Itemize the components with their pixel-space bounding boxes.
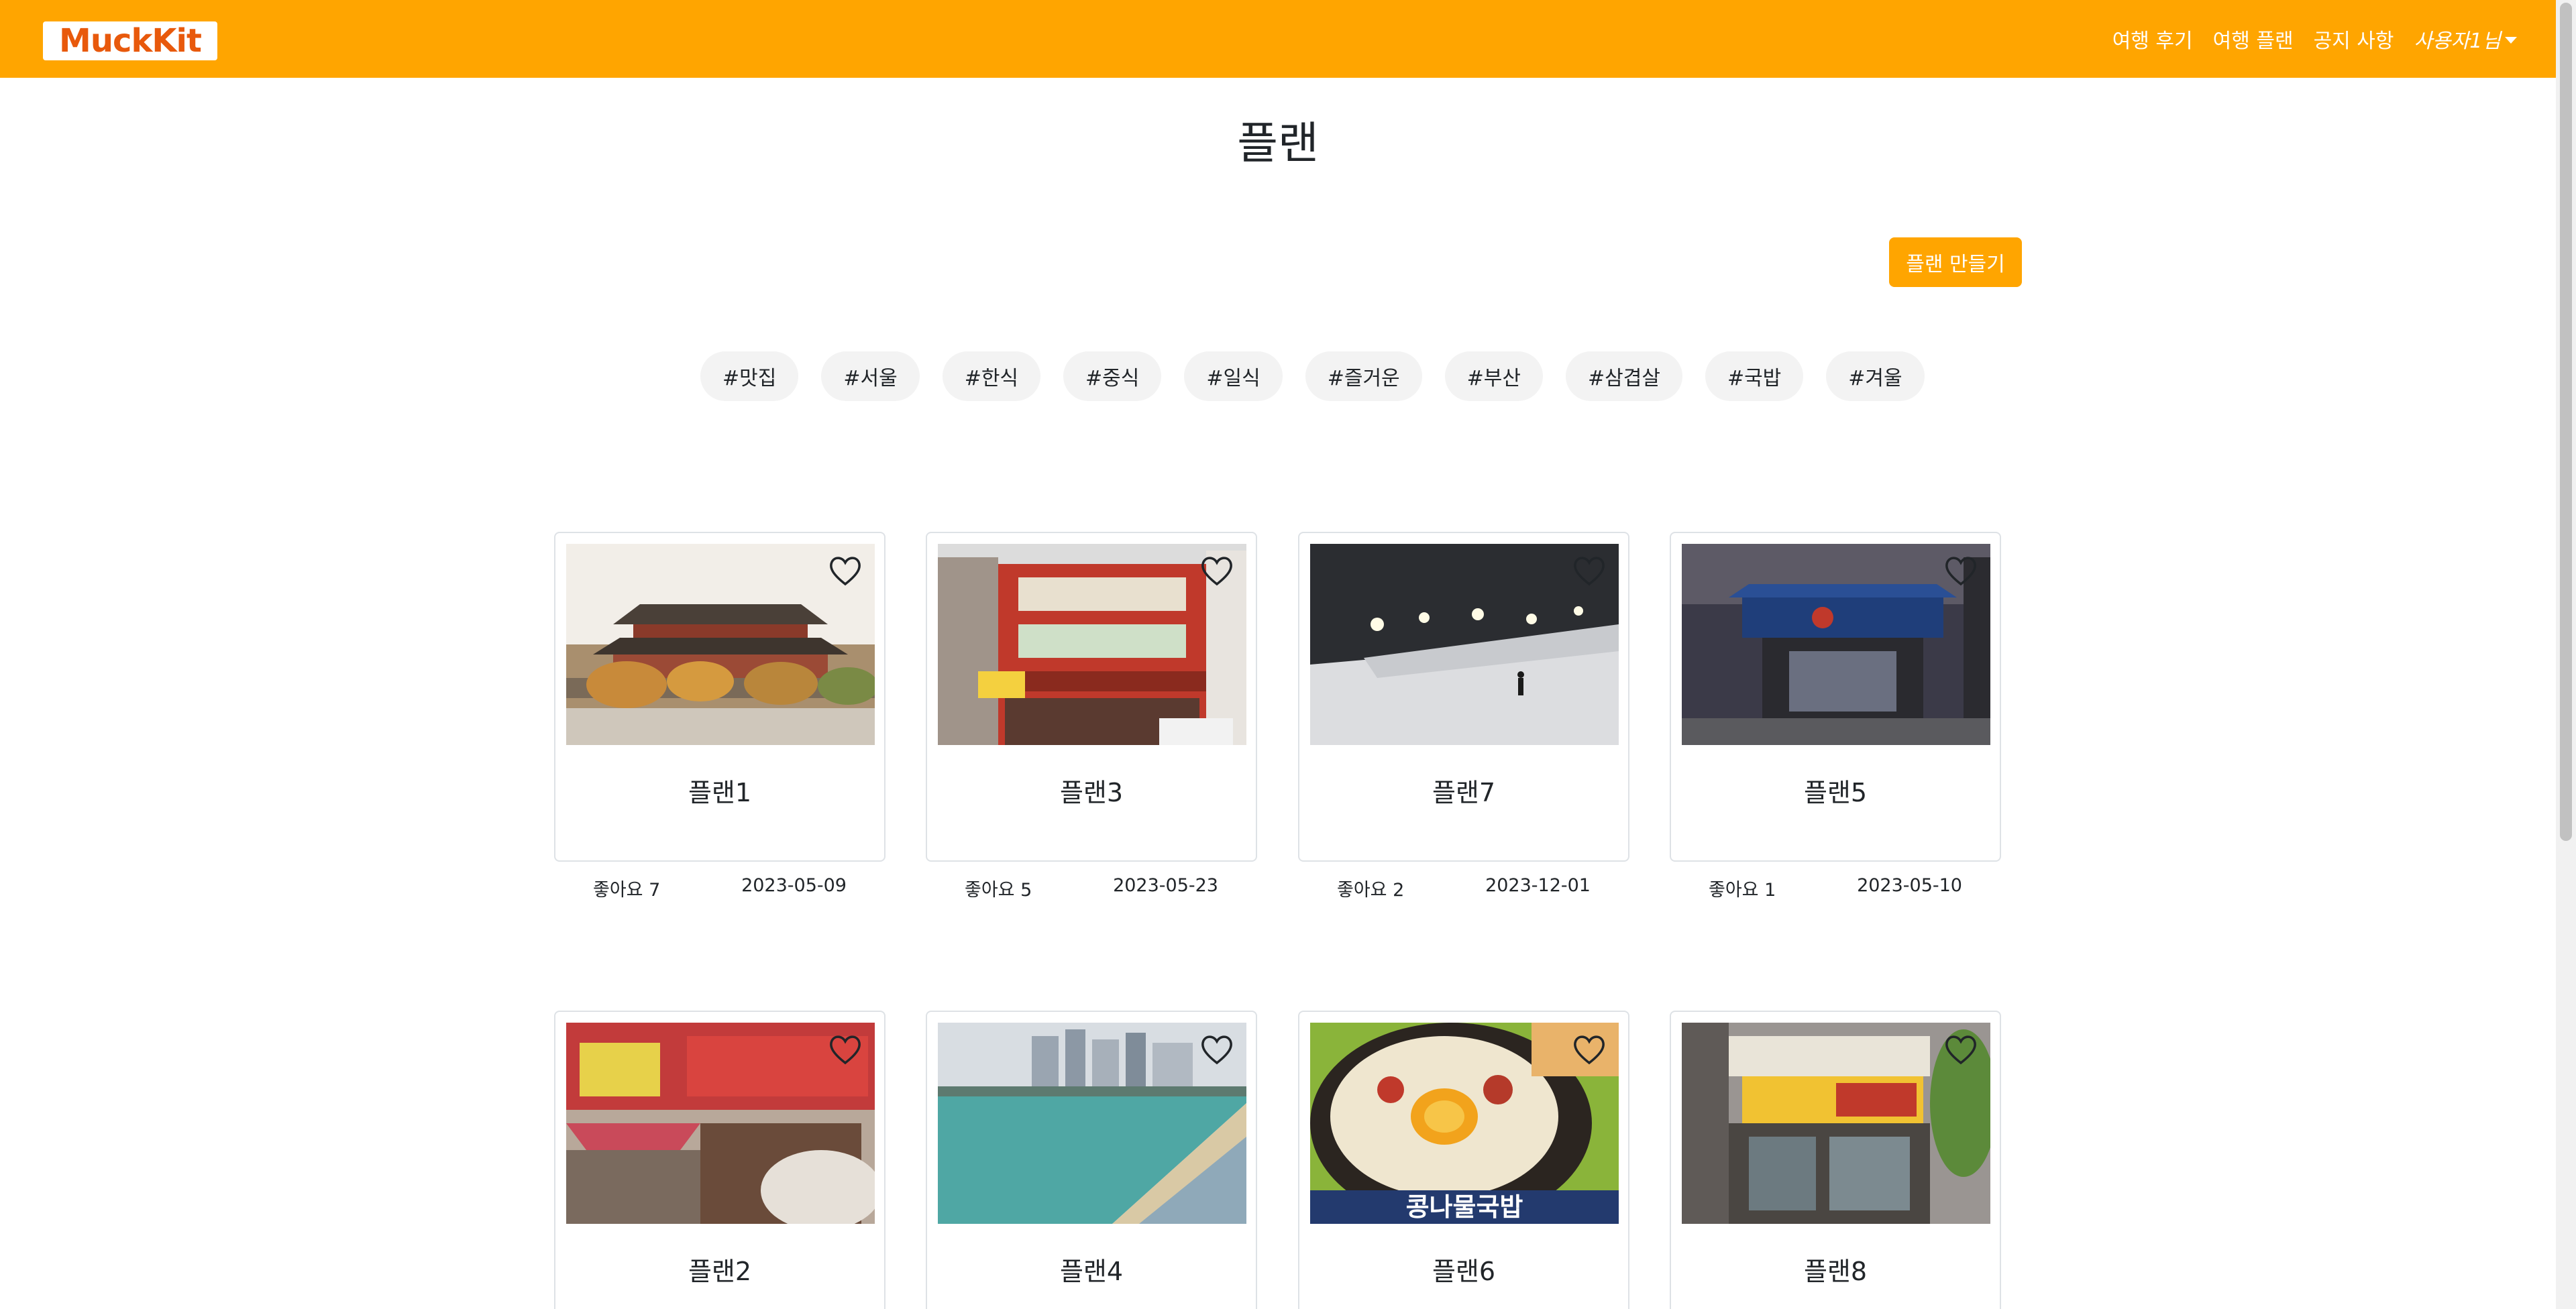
plan-card-image: 콩나물국밥 xyxy=(1310,1023,1619,1224)
user-menu-dropdown[interactable]: 사용자1님 xyxy=(2414,24,2517,54)
user-name: 사용자1님 xyxy=(2414,30,2502,53)
caret-down-icon xyxy=(2505,37,2517,44)
plan-card[interactable]: 플랜7 좋아요 2 2023-12-01 xyxy=(1298,532,1629,901)
plan-card-date: 2023-05-09 xyxy=(741,875,847,896)
nav-link-reviews[interactable]: 여행 후기 xyxy=(2112,24,2193,54)
plan-card-title: 플랜6 xyxy=(1432,1257,1496,1286)
plan-card-title: 플랜1 xyxy=(688,778,752,807)
plan-card-title: 플랜5 xyxy=(1803,778,1868,807)
plan-card[interactable]: 플랜8 xyxy=(1670,1011,2001,1309)
plan-card[interactable]: 플랜2 xyxy=(554,1011,885,1309)
plan-card[interactable]: 플랜4 xyxy=(926,1011,1257,1309)
image-caption-text: 콩나물국밥 xyxy=(1406,1192,1523,1222)
heart-icon[interactable] xyxy=(828,555,863,587)
page-title: 플랜 xyxy=(1237,117,1319,169)
tag-chip[interactable]: #서울 xyxy=(821,351,920,401)
plan-card[interactable]: 플랜1 좋아요 7 2023-05-09 xyxy=(554,532,885,901)
heart-icon[interactable] xyxy=(1943,555,1978,587)
plan-card-image xyxy=(938,544,1246,745)
plan-card-image xyxy=(1682,1023,1990,1224)
plan-card-image xyxy=(1310,544,1619,745)
plan-card-title: 플랜4 xyxy=(1059,1257,1124,1286)
heart-icon[interactable] xyxy=(828,1033,863,1066)
heart-icon[interactable] xyxy=(1572,555,1607,587)
plan-card-likes: 좋아요 5 xyxy=(965,880,1032,901)
brand-logo[interactable]: MuckKit xyxy=(43,21,217,60)
navbar: MuckKit 여행 후기 여행 플랜 공지 사항 사용자1님 xyxy=(0,0,2556,78)
plan-card-likes: 좋아요 1 xyxy=(1709,880,1776,901)
plan-card-image xyxy=(566,1023,875,1224)
plan-card-date: 2023-05-10 xyxy=(1857,875,1962,896)
plan-card[interactable]: 플랜3 좋아요 5 2023-05-23 xyxy=(926,532,1257,901)
heart-icon[interactable] xyxy=(1572,1033,1607,1066)
plan-card-title: 플랜3 xyxy=(1059,778,1124,807)
create-plan-button[interactable]: 플랜 만들기 xyxy=(1889,237,2022,287)
plan-card-image xyxy=(938,1023,1246,1224)
tag-chip[interactable]: #즐거운 xyxy=(1305,351,1422,401)
heart-icon[interactable] xyxy=(1943,1033,1978,1066)
plan-card-image xyxy=(1682,544,1990,745)
tag-chip[interactable]: #부산 xyxy=(1444,351,1543,401)
scrollbar-thumb[interactable] xyxy=(2560,3,2572,841)
page-scrollbar[interactable] xyxy=(2556,0,2576,1309)
plan-card-image xyxy=(566,544,875,745)
tag-chip[interactable]: #중식 xyxy=(1063,351,1162,401)
nav-links: 여행 후기 여행 플랜 공지 사항 사용자1님 xyxy=(2112,0,2517,78)
tag-chip[interactable]: #삼겹살 xyxy=(1566,351,1682,401)
plan-card[interactable]: 플랜5 좋아요 1 2023-05-10 xyxy=(1670,532,2001,901)
plan-card[interactable]: 콩나물국밥 플랜6 xyxy=(1298,1011,1629,1309)
plan-card-date: 2023-05-23 xyxy=(1113,875,1218,896)
heart-icon[interactable] xyxy=(1199,1033,1234,1066)
nav-link-plans[interactable]: 여행 플랜 xyxy=(2213,24,2294,54)
tag-chip[interactable]: #국밥 xyxy=(1705,351,1804,401)
heart-icon[interactable] xyxy=(1199,555,1234,587)
tag-chip[interactable]: #한식 xyxy=(942,351,1041,401)
nav-link-notices[interactable]: 공지 사항 xyxy=(2314,24,2394,54)
plan-card-date: 2023-12-01 xyxy=(1485,875,1591,896)
plan-card-title: 플랜7 xyxy=(1432,778,1496,807)
plan-card-title: 플랜8 xyxy=(1803,1257,1868,1286)
tag-chip[interactable]: #일식 xyxy=(1184,351,1283,401)
plan-card-likes: 좋아요 2 xyxy=(1337,880,1405,901)
plan-card-likes: 좋아요 7 xyxy=(593,880,661,901)
tag-chip[interactable]: #맛집 xyxy=(700,351,799,401)
plan-card-title: 플랜2 xyxy=(688,1257,752,1286)
tag-filter-list: #맛집 #서울 #한식 #중식 #일식 #즐거운 #부산 #삼겹살 #국밥 #겨… xyxy=(700,351,1925,401)
tag-chip[interactable]: #겨울 xyxy=(1826,351,1925,401)
